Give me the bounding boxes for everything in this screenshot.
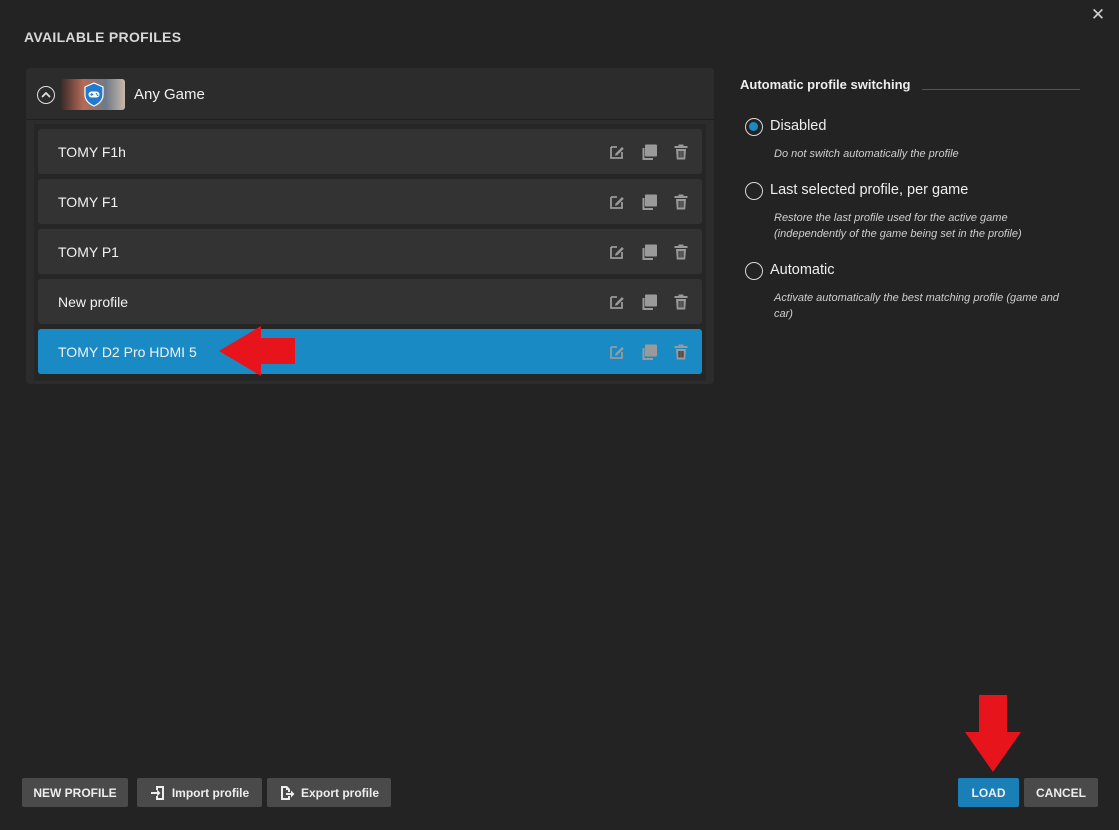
profile-name: New profile xyxy=(58,294,129,310)
profile-row-actions xyxy=(608,143,690,161)
game-thumbnail xyxy=(61,79,125,110)
export-profile-button[interactable]: Export profile xyxy=(267,778,391,807)
export-icon xyxy=(280,785,295,800)
annotation-arrow-down-icon xyxy=(965,695,1021,772)
profile-name: TOMY D2 Pro HDMI 5 xyxy=(58,344,197,360)
cancel-label: CANCEL xyxy=(1036,785,1086,800)
radio-description: Restore the last profile used for the ac… xyxy=(774,212,1022,240)
profile-row[interactable]: TOMY F1h xyxy=(38,129,702,174)
import-profile-button[interactable]: Import profile xyxy=(137,778,262,807)
edit-icon[interactable] xyxy=(608,343,626,361)
profile-name: TOMY P1 xyxy=(58,244,119,260)
edit-icon[interactable] xyxy=(608,193,626,211)
cancel-button[interactable]: CANCEL xyxy=(1024,778,1098,807)
duplicate-icon[interactable] xyxy=(640,293,658,311)
auto-switching-title: Automatic profile switching xyxy=(740,77,911,92)
import-icon xyxy=(150,785,164,800)
trash-icon[interactable] xyxy=(672,193,690,211)
import-profile-label: Import profile xyxy=(171,785,250,800)
profile-row-actions xyxy=(608,343,690,361)
game-group-header[interactable]: Any Game xyxy=(26,68,714,120)
radio-button[interactable] xyxy=(745,182,763,200)
game-name: Any Game xyxy=(134,86,205,103)
profile-row-actions xyxy=(608,243,690,261)
radio-description: Do not switch automatically the profile xyxy=(774,148,959,160)
profile-name: TOMY F1 xyxy=(58,194,119,210)
radio-description: Activate automatically the best matching… xyxy=(774,292,1059,320)
profile-row[interactable]: TOMY F1 xyxy=(38,179,702,224)
profiles-panel: Any Game TOMY F1h TOMY F1 TOMY P1 New pr… xyxy=(26,68,714,384)
radio-button[interactable] xyxy=(745,262,763,280)
profile-list: TOMY F1h TOMY F1 TOMY P1 New profile TOM… xyxy=(34,124,706,381)
new-profile-button[interactable]: NEW PROFILE xyxy=(22,778,128,807)
collapse-button[interactable] xyxy=(37,86,55,104)
radio-label: Last selected profile, per game xyxy=(770,182,969,198)
profile-name: TOMY F1h xyxy=(58,144,126,160)
load-button[interactable]: LOAD xyxy=(958,778,1019,807)
profile-row-actions xyxy=(608,293,690,311)
close-icon: ✕ xyxy=(1090,5,1106,24)
duplicate-icon[interactable] xyxy=(640,343,658,361)
close-button[interactable]: ✕ xyxy=(1089,6,1107,24)
load-label: LOAD xyxy=(971,785,1006,800)
edit-icon[interactable] xyxy=(608,143,626,161)
export-profile-label: Export profile xyxy=(300,785,379,800)
edit-icon[interactable] xyxy=(608,293,626,311)
trash-icon[interactable] xyxy=(672,293,690,311)
radio-button[interactable] xyxy=(745,118,763,136)
profile-row[interactable]: New profile xyxy=(38,279,702,324)
trash-icon[interactable] xyxy=(672,143,690,161)
duplicate-icon[interactable] xyxy=(640,243,658,261)
profile-row-actions xyxy=(608,193,690,211)
annotation-arrow-left-icon xyxy=(219,326,295,376)
profile-row[interactable]: TOMY P1 xyxy=(38,229,702,274)
trash-icon[interactable] xyxy=(672,243,690,261)
radio-label: Disabled xyxy=(770,118,827,134)
trash-icon[interactable] xyxy=(672,343,690,361)
duplicate-icon[interactable] xyxy=(640,143,658,161)
duplicate-icon[interactable] xyxy=(640,193,658,211)
radio-label: Automatic xyxy=(770,262,835,278)
page-title: AVAILABLE PROFILES xyxy=(24,29,182,45)
profile-row[interactable]: TOMY D2 Pro HDMI 5 xyxy=(38,329,702,374)
title-divider xyxy=(922,89,1080,90)
chevron-up-icon xyxy=(41,92,51,98)
gamepad-shield-icon xyxy=(84,82,104,107)
new-profile-label: NEW PROFILE xyxy=(33,785,117,800)
edit-icon[interactable] xyxy=(608,243,626,261)
